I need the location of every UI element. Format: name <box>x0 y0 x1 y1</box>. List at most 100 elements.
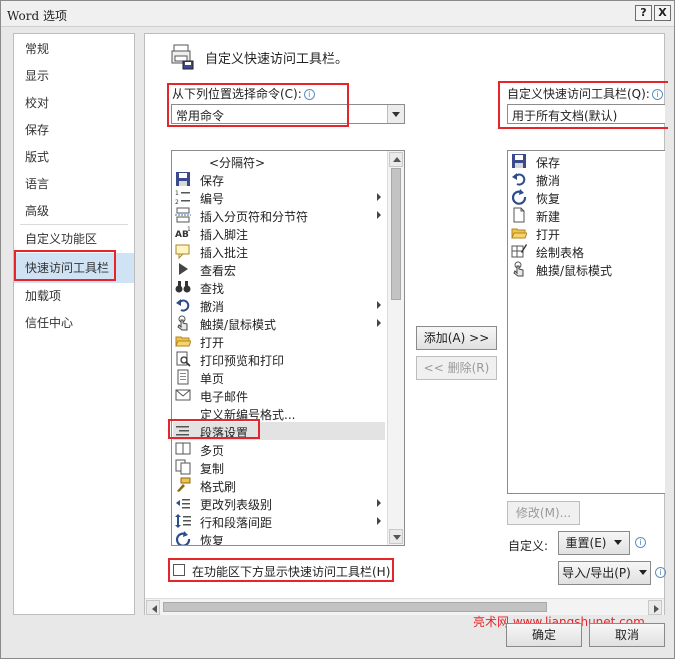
options-nav: 常规 显示 校对 保存 版式 语言 高级 自定义功能区 快速访问工具栏 加载项 … <box>13 33 135 615</box>
choose-from-highlight-box <box>167 83 349 127</box>
ok-button[interactable]: 确定 <box>506 623 582 647</box>
nav-item-display[interactable]: 显示 <box>14 63 134 90</box>
modify-button[interactable]: 修改(M)... <box>507 501 580 525</box>
command-list-item-label: 多页 <box>200 444 225 458</box>
chevron-down-icon[interactable] <box>387 105 404 123</box>
info-icon[interactable]: i <box>655 567 666 578</box>
draw-table-icon <box>511 243 527 259</box>
dropdown-arrow-icon <box>614 540 623 545</box>
footnote-icon: AB 1 <box>175 225 191 241</box>
undo-icon <box>175 297 191 313</box>
copy-icon <box>175 459 191 475</box>
command-list-item-row[interactable]: 打开 <box>173 332 385 350</box>
command-list-item-row[interactable]: 电子邮件 <box>173 386 385 404</box>
nav-item-advanced[interactable]: 高级 <box>14 198 134 225</box>
svg-text:1: 1 <box>187 226 191 233</box>
command-list-item-row[interactable]: 插入分页符和分节符 <box>173 206 385 224</box>
toolbar-list-item-row[interactable]: 恢复 <box>509 188 665 206</box>
command-list-item-row[interactable]: 1 2 编号 <box>173 188 385 206</box>
nav-divider <box>20 224 128 225</box>
command-list-item-row[interactable]: 多页 <box>173 440 385 458</box>
toolbar-list-item-row[interactable]: 绘制表格 <box>509 242 665 260</box>
numbering-icon: 12 <box>175 189 191 206</box>
command-list-item-label: 保存 <box>200 174 225 188</box>
command-list-item-row[interactable]: 恢复 <box>173 530 385 546</box>
scroll-right-icon[interactable] <box>648 600 662 615</box>
command-list-item-row[interactable]: 单页 <box>173 368 385 386</box>
help-button[interactable]: ? <box>635 5 652 21</box>
command-list-item-label: 更改列表级别 <box>200 498 273 512</box>
command-list-item-row[interactable]: AB 1 插入脚注 <box>173 224 385 242</box>
toolbar-list-item-row[interactable]: 打开 <box>509 224 665 242</box>
panel-heading: 自定义快速访问工具栏。 <box>205 52 349 67</box>
info-icon[interactable]: i <box>635 537 646 548</box>
scroll-down-icon[interactable] <box>389 529 403 544</box>
checkbox-highlight-box <box>168 558 394 582</box>
command-list-item-row[interactable]: 撤消 <box>173 296 385 314</box>
submenu-arrow-icon <box>377 193 381 201</box>
nav-item-add-ins[interactable]: 加载项 <box>14 283 134 310</box>
command-list-item-label: 复制 <box>200 462 225 476</box>
email-icon <box>175 387 191 403</box>
toolbar-list-item-row[interactable]: 新建 <box>509 206 665 224</box>
command-list-item-row[interactable]: <分隔符> <box>173 152 385 170</box>
multi-page-icon <box>175 441 191 457</box>
remove-button[interactable]: << 删除(R) <box>416 356 497 380</box>
command-list-item-row[interactable]: 触摸/鼠标模式 <box>173 314 385 332</box>
command-list-item-label: 打开 <box>200 336 225 350</box>
commands-scrollbar[interactable] <box>387 151 404 545</box>
command-list-item-label: 插入批注 <box>200 246 249 260</box>
nav-item-customize-ribbon[interactable]: 自定义功能区 <box>14 226 134 253</box>
available-commands-list[interactable]: <分隔符> 保存 1 2 编号插入分页符和分节符 AB 1 插入脚注插入批注 查看宏查找 撤消 触摸… <box>171 150 405 546</box>
toolbar-items-list[interactable]: 保存 撤消恢复 新建打开绘制表格触摸/鼠标模式 <box>507 150 665 494</box>
nav-item-general[interactable]: 常规 <box>14 36 134 63</box>
find-icon <box>175 279 191 295</box>
command-list-item-row[interactable]: 保存 <box>173 170 385 188</box>
scroll-up-icon[interactable] <box>389 152 403 167</box>
paragraph-highlight-box <box>168 419 260 439</box>
hscroll-thumb[interactable] <box>163 602 547 612</box>
command-list-item-label: 插入分页符和分节符 <box>200 210 309 224</box>
toolbar-list-item-row[interactable]: 撤消 <box>509 170 665 188</box>
nav-item-trust-center[interactable]: 信任中心 <box>14 310 134 337</box>
command-list-item-row[interactable]: 查看宏 <box>173 260 385 278</box>
command-list-item-label: 行和段落间距 <box>200 516 273 530</box>
command-list-item-row[interactable]: 更改列表级别 <box>173 494 385 512</box>
toolbar-list-item-label: 恢复 <box>536 192 561 206</box>
command-list-item-label: 恢复 <box>200 534 225 546</box>
window-title: Word 选项 <box>7 9 67 23</box>
nav-item-layout[interactable]: 版式 <box>14 144 134 171</box>
nav-item-proofing[interactable]: 校对 <box>14 90 134 117</box>
add-button[interactable]: 添加(A) >> <box>416 326 497 350</box>
command-list-item-row[interactable]: 行和段落间距 <box>173 512 385 530</box>
submenu-arrow-icon <box>377 211 381 219</box>
toolbar-list-item-label: 绘制表格 <box>536 246 585 260</box>
svg-text:1: 1 <box>175 190 179 197</box>
submenu-arrow-icon <box>377 499 381 507</box>
nav-item-language[interactable]: 语言 <box>14 171 134 198</box>
toolbar-list-item-row[interactable]: 保存 <box>509 152 665 170</box>
command-list-item-row[interactable]: 打印预览和打印 <box>173 350 385 368</box>
scroll-left-icon[interactable] <box>146 600 160 615</box>
submenu-arrow-icon <box>377 517 381 525</box>
reset-button[interactable]: 重置(E) <box>558 531 630 555</box>
command-list-item-row[interactable]: 插入批注 <box>173 242 385 260</box>
close-button[interactable]: X <box>654 5 671 21</box>
command-list-item-label: 查找 <box>200 282 225 296</box>
redo-icon <box>175 531 191 545</box>
toolbar-list-item-label: 打开 <box>536 228 561 242</box>
command-list-item-row[interactable]: 格式刷 <box>173 476 385 494</box>
import-export-button[interactable]: 导入/导出(P) <box>558 561 651 585</box>
print-preview-icon <box>175 351 191 367</box>
quick-access-toolbar-icon <box>171 44 194 70</box>
word-options-dialog: Word 选项 ? X 常规 显示 校对 保存 版式 语言 高级 自定义功能区 … <box>0 0 675 659</box>
nav-highlight-box <box>14 250 116 281</box>
open-folder-icon <box>511 225 528 241</box>
toolbar-list-item-row[interactable]: 触摸/鼠标模式 <box>509 260 665 278</box>
command-list-item-row[interactable]: 查找 <box>173 278 385 296</box>
command-list-item-row[interactable]: 复制 <box>173 458 385 476</box>
scroll-thumb[interactable] <box>391 168 401 300</box>
cancel-button[interactable]: 取消 <box>589 623 665 647</box>
toolbar-list-item-label: 触摸/鼠标模式 <box>536 264 613 278</box>
nav-item-save[interactable]: 保存 <box>14 117 134 144</box>
